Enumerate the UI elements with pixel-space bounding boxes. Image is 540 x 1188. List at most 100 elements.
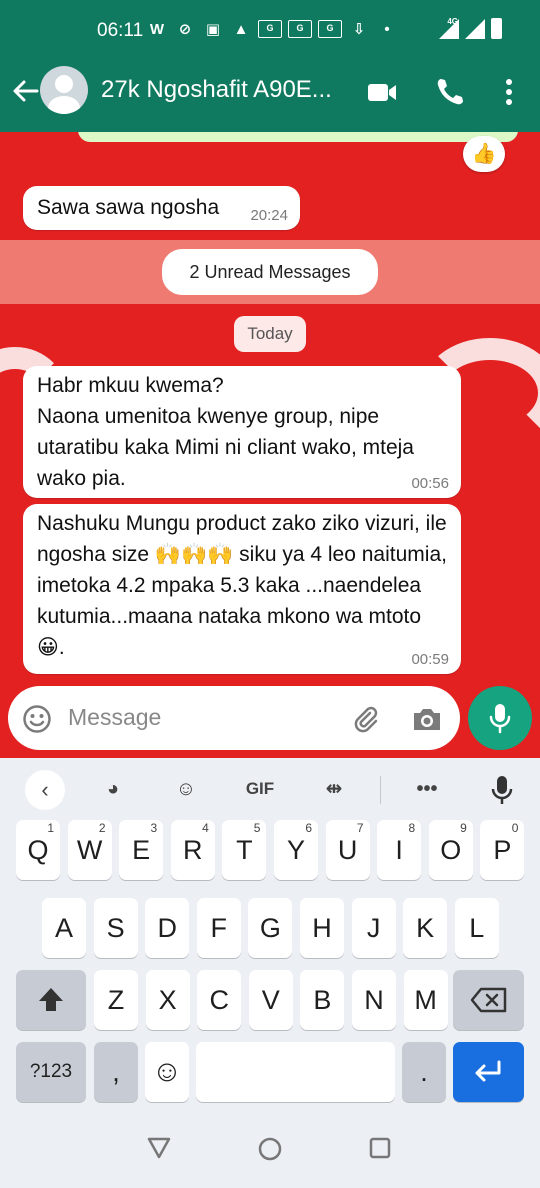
whatsapp-chat-screen: 06:11 W ⊘ ▣ ▲ G G G ⇩ • 4G 27k Ngoshafit… bbox=[0, 0, 540, 1188]
date-chip: Today bbox=[234, 316, 306, 352]
enter-key[interactable] bbox=[453, 1042, 524, 1102]
key-a[interactable]: A bbox=[42, 898, 86, 958]
previous-outgoing-bubble bbox=[78, 132, 518, 142]
key-d[interactable]: D bbox=[145, 898, 190, 958]
back-arrow-icon[interactable] bbox=[10, 76, 40, 106]
system-nav-bar bbox=[0, 1108, 540, 1188]
status-time: 06:11 bbox=[97, 20, 144, 41]
key-t[interactable]: T5 bbox=[222, 820, 267, 880]
backspace-key[interactable] bbox=[453, 970, 524, 1030]
collapse-toolbar-button[interactable]: ‹ bbox=[25, 770, 65, 810]
period-key[interactable]: . bbox=[402, 1042, 446, 1102]
thumbs-up-reaction[interactable]: 👍 bbox=[463, 136, 505, 172]
g-badge-icon: G bbox=[318, 20, 342, 38]
key-k[interactable]: K bbox=[403, 898, 448, 958]
keyboard: ‹ ◕ ☺ GIF ⇹ ••• Q1W2E3R4T5Y6U7I8O9P0 ASD… bbox=[0, 758, 540, 1108]
nav-home-icon[interactable] bbox=[257, 1136, 283, 1162]
keyboard-toolbar: ‹ ◕ ☺ GIF ⇹ ••• bbox=[0, 758, 540, 820]
key-label: P bbox=[493, 835, 512, 865]
more-options-icon[interactable] bbox=[493, 76, 525, 108]
download-icon: ⇩ bbox=[352, 21, 366, 38]
key-p[interactable]: P0 bbox=[480, 820, 525, 880]
avatar[interactable] bbox=[40, 66, 88, 114]
text-cursor-icon[interactable]: ⇹ bbox=[318, 773, 350, 805]
nav-back-icon[interactable] bbox=[146, 1136, 172, 1160]
incoming-message[interactable]: Habr mkuu kwema? Naona umenitoa kwenye g… bbox=[23, 366, 461, 498]
keyboard-mic-icon[interactable] bbox=[490, 774, 514, 806]
key-f[interactable]: F bbox=[196, 898, 241, 958]
key-label: Q bbox=[27, 835, 49, 865]
camera-icon[interactable] bbox=[411, 704, 443, 734]
status-right bbox=[439, 18, 502, 39]
key-u[interactable]: U7 bbox=[325, 820, 370, 880]
key-number-hint: 8 bbox=[408, 821, 416, 835]
message-text: Sawa sawa ngosha bbox=[37, 196, 220, 219]
key-label: O bbox=[440, 835, 462, 865]
key-l[interactable]: L bbox=[454, 898, 499, 958]
message-composer[interactable]: Message bbox=[8, 686, 460, 750]
chat-area[interactable]: 👍 Sawa sawa ngosha 20:24 2 Unread Messag… bbox=[0, 132, 540, 758]
warning-icon: ▲ bbox=[233, 21, 249, 38]
message-time: 00:56 bbox=[411, 475, 449, 492]
palette-icon[interactable]: ◕ bbox=[97, 773, 129, 805]
key-y[interactable]: Y6 bbox=[274, 820, 318, 880]
symbols-key[interactable]: ?123 bbox=[16, 1042, 86, 1102]
key-e[interactable]: E3 bbox=[119, 820, 164, 880]
incoming-message[interactable]: Nashuku Mungu product zako ziko vizuri, … bbox=[23, 504, 461, 674]
key-z[interactable]: Z bbox=[94, 970, 138, 1030]
key-s[interactable]: S bbox=[93, 898, 138, 958]
emoji-key[interactable]: ☺ bbox=[145, 1042, 189, 1102]
key-c[interactable]: C bbox=[197, 970, 242, 1030]
more-icon[interactable]: ••• bbox=[410, 773, 444, 805]
key-o[interactable]: O9 bbox=[428, 820, 473, 880]
key-m[interactable]: M bbox=[403, 970, 448, 1030]
nav-recents-icon[interactable] bbox=[368, 1136, 392, 1160]
key-b[interactable]: B bbox=[300, 970, 345, 1030]
space-key[interactable] bbox=[196, 1042, 395, 1102]
key-n[interactable]: N bbox=[352, 970, 396, 1030]
attach-icon[interactable] bbox=[350, 704, 380, 734]
key-r[interactable]: R4 bbox=[170, 820, 215, 880]
voice-record-button[interactable] bbox=[468, 686, 532, 750]
shift-key[interactable] bbox=[16, 970, 86, 1030]
key-j[interactable]: J bbox=[351, 898, 396, 958]
unread-messages-banner: 2 Unread Messages bbox=[162, 249, 378, 295]
key-v[interactable]: V bbox=[248, 970, 293, 1030]
key-label: W bbox=[76, 835, 103, 865]
avatar-head bbox=[55, 75, 73, 93]
status-bar: 06:11 W ⊘ ▣ ▲ G G G ⇩ • 4G bbox=[0, 0, 540, 62]
key-label: I bbox=[395, 835, 403, 865]
g-badge-icon: G bbox=[288, 20, 312, 38]
notification-icons: W ⊘ ▣ ▲ G G G ⇩ • bbox=[146, 20, 398, 40]
contact-name[interactable]: 27k Ngoshafit A90E... bbox=[101, 76, 332, 104]
message-time: 20:24 bbox=[250, 207, 288, 224]
signal-icon-2 bbox=[465, 19, 485, 39]
video-call-icon[interactable] bbox=[366, 76, 398, 108]
key-label: Y bbox=[286, 835, 305, 865]
key-w[interactable]: W2 bbox=[67, 820, 112, 880]
message-input[interactable]: Message bbox=[68, 704, 161, 731]
g-badge-icon: G bbox=[258, 20, 282, 38]
key-q[interactable]: Q1 bbox=[16, 820, 60, 880]
gif-button[interactable]: GIF bbox=[240, 773, 280, 805]
key-x[interactable]: X bbox=[145, 970, 190, 1030]
signal-icon bbox=[439, 19, 459, 39]
blocked-icon: ⊘ bbox=[178, 21, 192, 38]
top-bar: 06:11 W ⊘ ▣ ▲ G G G ⇩ • 4G 27k Ngoshafit… bbox=[0, 0, 540, 132]
incoming-message[interactable]: Sawa sawa ngosha 20:24 bbox=[23, 186, 300, 230]
key-i[interactable]: I8 bbox=[377, 820, 422, 880]
key-number-hint: 0 bbox=[511, 821, 519, 835]
key-label: T bbox=[236, 835, 253, 865]
message-text: Nashuku Mungu product zako ziko vizuri, … bbox=[37, 512, 447, 659]
voice-call-icon[interactable] bbox=[434, 76, 466, 108]
sticker-icon[interactable]: ☺ bbox=[170, 773, 202, 805]
emoji-icon[interactable] bbox=[22, 704, 52, 734]
message-text: Habr mkuu kwema? Naona umenitoa kwenye g… bbox=[37, 374, 414, 490]
message-time: 00:59 bbox=[411, 651, 449, 668]
chat-header: 27k Ngoshafit A90E... bbox=[0, 62, 540, 132]
toolbar-divider bbox=[380, 776, 381, 804]
key-g[interactable]: G bbox=[248, 898, 293, 958]
key-number-hint: 1 bbox=[47, 821, 54, 835]
key-h[interactable]: H bbox=[300, 898, 344, 958]
comma-key[interactable]: , bbox=[94, 1042, 138, 1102]
